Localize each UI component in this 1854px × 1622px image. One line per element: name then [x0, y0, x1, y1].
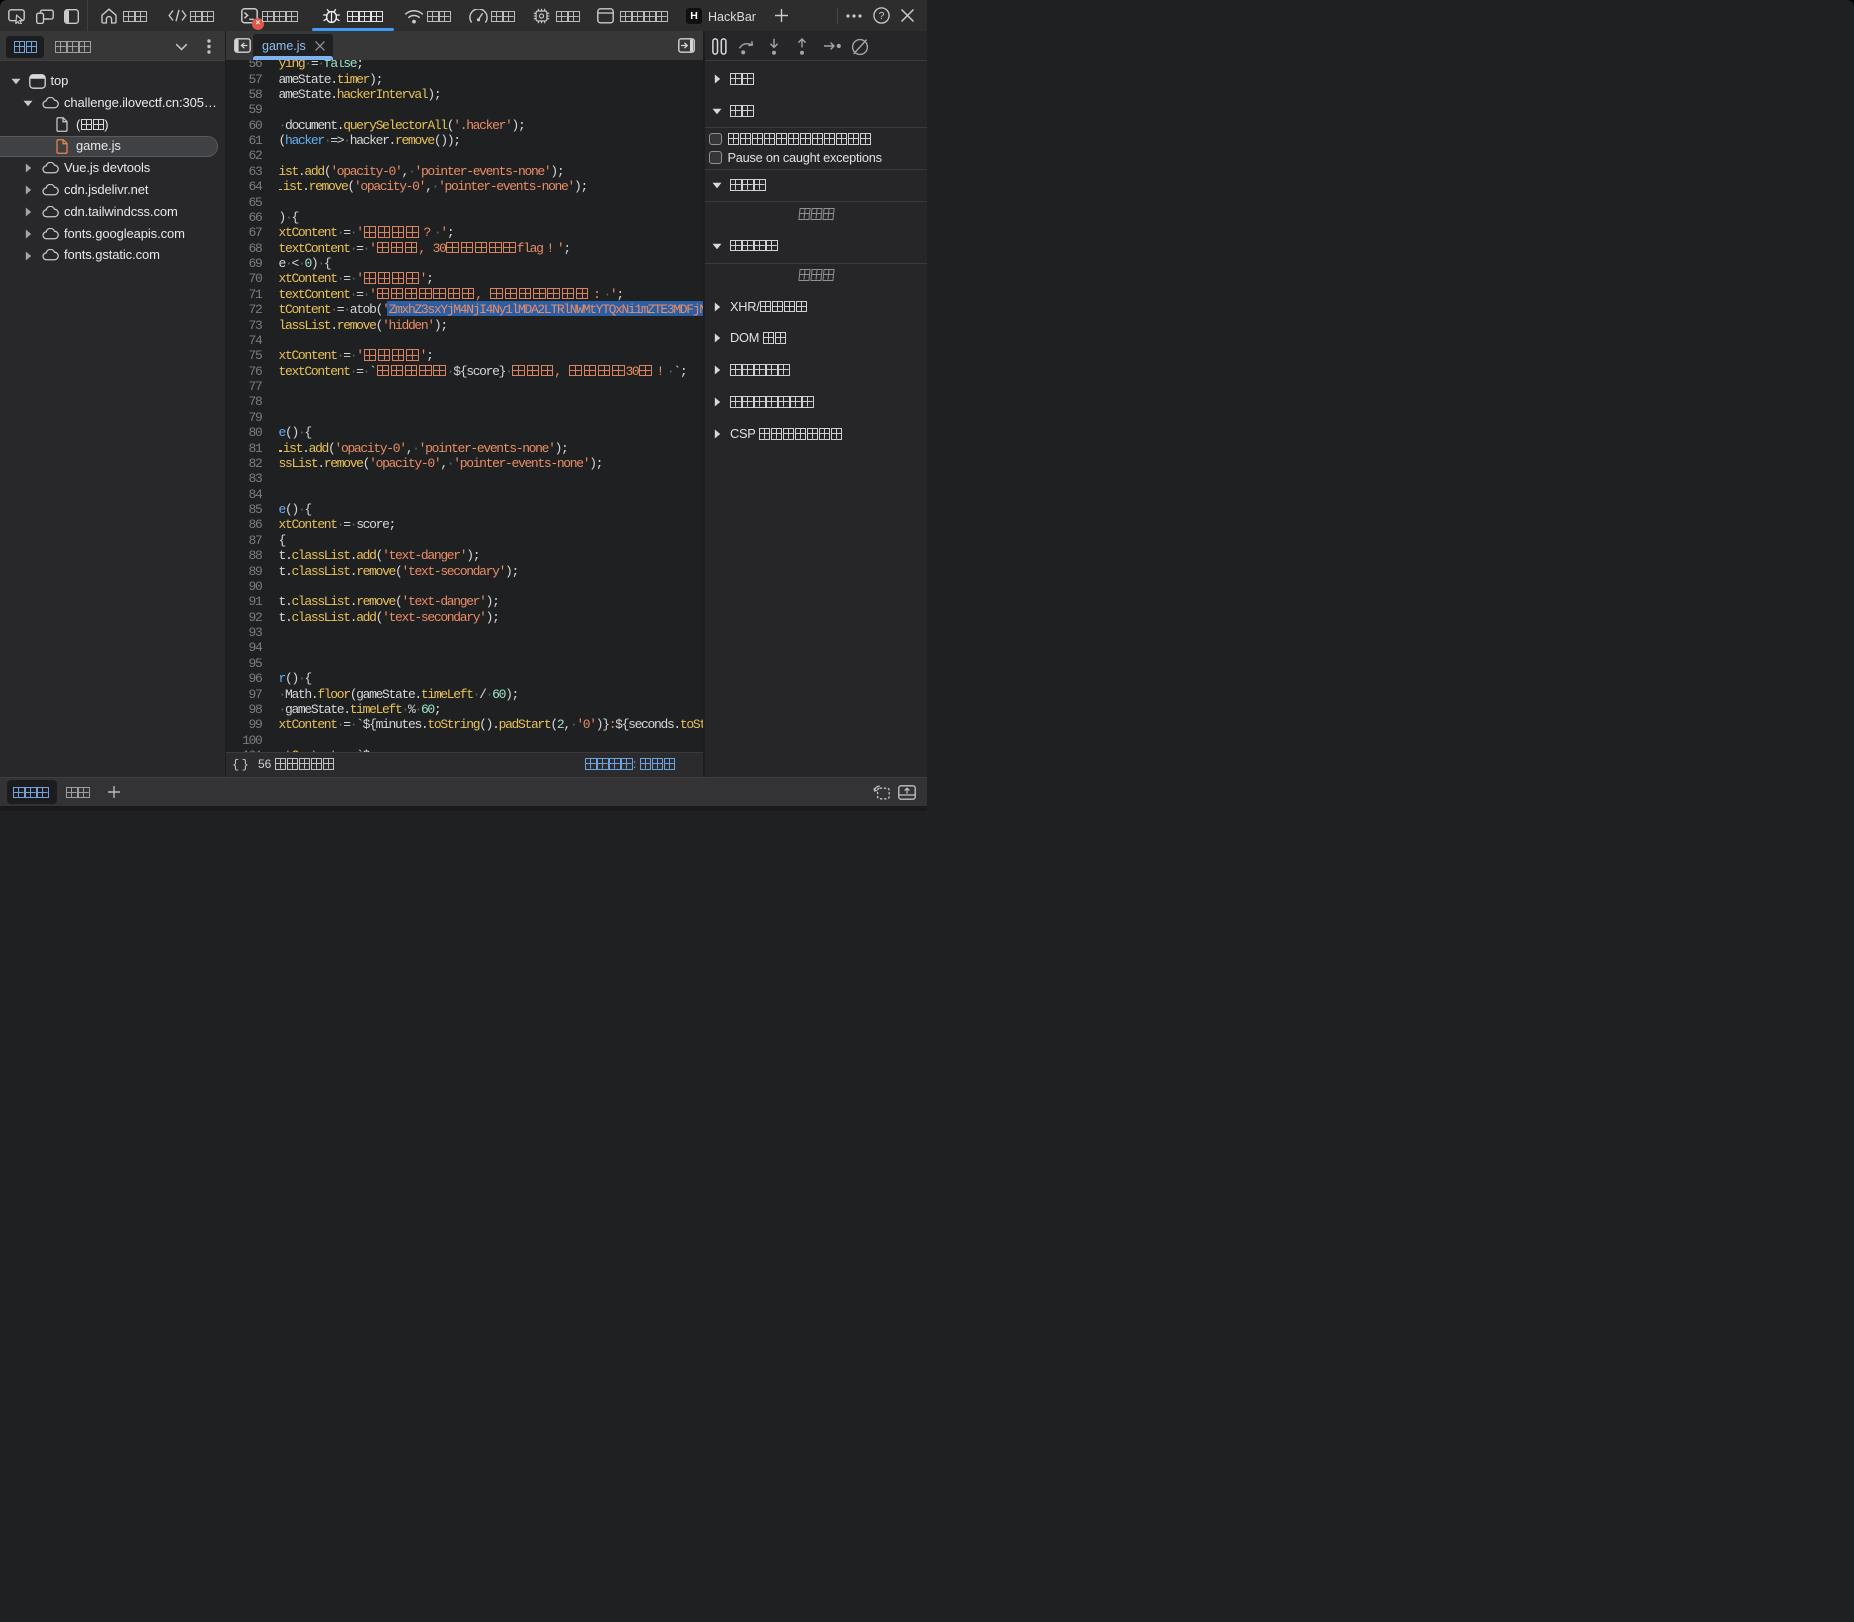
svg-text:?: ?	[879, 10, 885, 22]
